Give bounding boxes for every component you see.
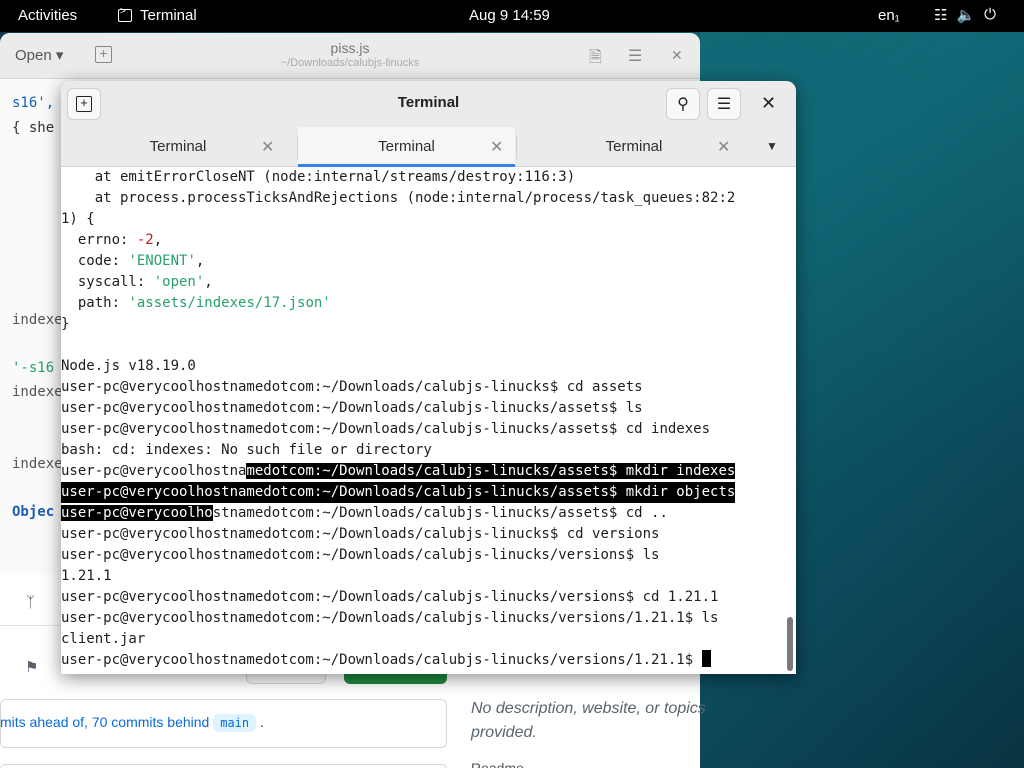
code-fragment: Objec xyxy=(12,504,55,520)
terminal-titlebar[interactable]: + Terminal ⚲ ☰ ✕ xyxy=(61,81,796,127)
tab-label: Terminal xyxy=(378,138,435,155)
network-icon: ☷ xyxy=(934,7,948,24)
code-fragment: indexe xyxy=(12,384,63,400)
readme-link[interactable]: Readme xyxy=(471,760,524,768)
code-fragment: indexe xyxy=(12,456,63,472)
tab-label: Terminal xyxy=(149,138,207,155)
terminal-line: client.jar xyxy=(61,631,146,647)
code-fragment: { she xyxy=(12,120,55,136)
clock[interactable]: Aug 9 14:59 xyxy=(469,7,550,24)
app-name: Terminal xyxy=(140,7,197,24)
terminal-line: errno: -2, xyxy=(61,230,162,251)
branch-icon[interactable]: ᛉ xyxy=(26,594,35,611)
terminal-line: } xyxy=(61,316,70,332)
terminal-line: user-pc@verycoolhostnamedotcom:~/Downloa… xyxy=(61,379,643,395)
value: 'assets/indexes/17.json' xyxy=(128,295,331,311)
terminal-line: at emitErrorCloseNT (node:internal/strea… xyxy=(61,169,576,185)
terminal-line: user-pc@verycoolhostnamedotcom:~/Downloa… xyxy=(61,421,711,437)
code-fragment: indexe xyxy=(12,312,63,328)
code-fragment: s16', xyxy=(12,95,55,111)
terminal-line: bash: cd: indexes: No such file or direc… xyxy=(61,442,432,458)
scrollbar-thumb[interactable] xyxy=(787,617,793,671)
terminal-line: Node.js v18.19.0 xyxy=(61,358,196,374)
terminal-window[interactable]: + Terminal ⚲ ☰ ✕ Terminal ✕ Terminal ✕ T… xyxy=(61,81,796,674)
activities-button[interactable]: Activities xyxy=(18,7,77,24)
commit-status-text: mits ahead of, 70 commits behind main . xyxy=(0,714,264,732)
punct: , xyxy=(204,274,213,290)
app-menu[interactable]: Terminal xyxy=(118,6,197,24)
top-bar: Activities Terminal Aug 9 14:59 en₁ ☷ 🔈 … xyxy=(0,0,1024,32)
text: user-pc@verycoolhostna xyxy=(61,463,247,479)
selected-text: user-pc@verycoolho xyxy=(61,505,213,521)
system-tray[interactable]: ☷ 🔈 ⏻ xyxy=(934,6,996,24)
power-icon: ⏻ xyxy=(984,6,997,23)
branch-badge[interactable]: main xyxy=(213,714,257,732)
value: 'ENOENT' xyxy=(128,253,196,269)
key: path: xyxy=(61,295,129,311)
prompt: user-pc@verycoolhostnamedotcom:~/Downloa… xyxy=(61,652,702,668)
document-icon[interactable]: 🗎 xyxy=(589,46,602,73)
terminal-line: user-pc@verycoolhostnamedotcom:~/Downloa… xyxy=(61,547,660,563)
tab-bar: Terminal ✕ Terminal ✕ Terminal ✕ ▼ xyxy=(61,127,796,167)
period: . xyxy=(260,714,264,730)
menu-button[interactable]: ☰ xyxy=(707,88,741,120)
terminal-line: 1) { xyxy=(61,211,95,227)
terminal-line: code: 'ENOENT', xyxy=(61,251,204,272)
code-fragment: '-s16 xyxy=(12,360,55,376)
terminal-line: 1.21.1 xyxy=(61,568,112,584)
tab-label: Terminal xyxy=(605,138,663,155)
volume-icon: 🔈 xyxy=(956,7,976,24)
terminal-output[interactable]: at emitErrorCloseNT (node:internal/strea… xyxy=(61,167,783,674)
key: code: xyxy=(61,253,129,269)
terminal-line-selected: user-pc@verycoolhostnamedotcom:~/Downloa… xyxy=(61,482,736,503)
punct: , xyxy=(195,253,205,269)
value: 'open' xyxy=(153,274,205,290)
readme-box xyxy=(0,764,447,768)
terminal-line: user-pc@verycoolhostnamedotcom:~/Downloa… xyxy=(61,589,719,605)
ahead-link[interactable]: mits ahead of, xyxy=(0,714,92,730)
hamburger-menu-icon: ☰ xyxy=(716,96,732,113)
text: stnamedotcom:~/Downloads/calubjs-linucks… xyxy=(212,505,668,521)
terminal-icon xyxy=(118,6,132,22)
green-button-edge[interactable] xyxy=(344,674,447,684)
behind-link[interactable]: 70 commits behind xyxy=(92,714,210,730)
terminal-line: user-pc@verycoolhostnamedotcom:~/Downloa… xyxy=(61,400,643,416)
tag-icon[interactable]: ⚑ xyxy=(25,658,38,676)
tab-terminal-2[interactable]: Terminal ✕ xyxy=(298,127,515,167)
text-cursor xyxy=(701,650,711,667)
close-icon[interactable]: ✕ xyxy=(671,47,683,64)
close-icon[interactable]: ✕ xyxy=(761,93,776,114)
terminal-line: at process.processTicksAndRejections (no… xyxy=(61,190,736,206)
terminal-line: user-pc@verycoolhostnamedotcom:~/Downloa… xyxy=(61,503,668,524)
search-button[interactable]: ⚲ xyxy=(666,88,700,120)
search-icon: ⚲ xyxy=(677,96,689,113)
terminal-prompt-line: user-pc@verycoolhostnamedotcom:~/Downloa… xyxy=(61,650,711,671)
editor-header: Open ▾ + piss.js ~/Downloads/calubjs-lin… xyxy=(0,33,700,79)
tab-terminal-3[interactable]: Terminal ✕ xyxy=(517,127,751,167)
close-tab-icon[interactable]: ✕ xyxy=(717,137,730,157)
hamburger-menu-icon[interactable]: ☰ xyxy=(628,46,642,66)
punct: , xyxy=(153,232,163,248)
terminal-line: user-pc@verycoolhostnamedotcom:~/Downloa… xyxy=(61,526,660,542)
language-indicator[interactable]: en₁ xyxy=(878,7,900,24)
terminal-line: user-pc@verycoolhostnamedotcom:~/Downloa… xyxy=(61,461,736,482)
tab-overflow-chevron-icon[interactable]: ▼ xyxy=(766,139,778,153)
terminal-line: user-pc@verycoolhostnamedotcom:~/Downloa… xyxy=(61,610,719,626)
terminal-line: syscall: 'open', xyxy=(61,272,213,293)
repo-description: No description, website, or topics provi… xyxy=(471,700,706,741)
key: errno: xyxy=(61,232,137,248)
close-tab-icon[interactable]: ✕ xyxy=(261,137,274,157)
selected-text: medotcom:~/Downloads/calubjs-linucks/ass… xyxy=(246,463,736,479)
key: syscall: xyxy=(61,274,154,290)
value: -2 xyxy=(136,232,154,248)
close-tab-icon[interactable]: ✕ xyxy=(490,137,503,157)
terminal-scrollbar[interactable] xyxy=(784,167,796,674)
code-button-edge[interactable] xyxy=(246,674,326,684)
terminal-line: path: 'assets/indexes/17.json' xyxy=(61,293,331,314)
tab-terminal-1[interactable]: Terminal ✕ xyxy=(61,127,289,167)
